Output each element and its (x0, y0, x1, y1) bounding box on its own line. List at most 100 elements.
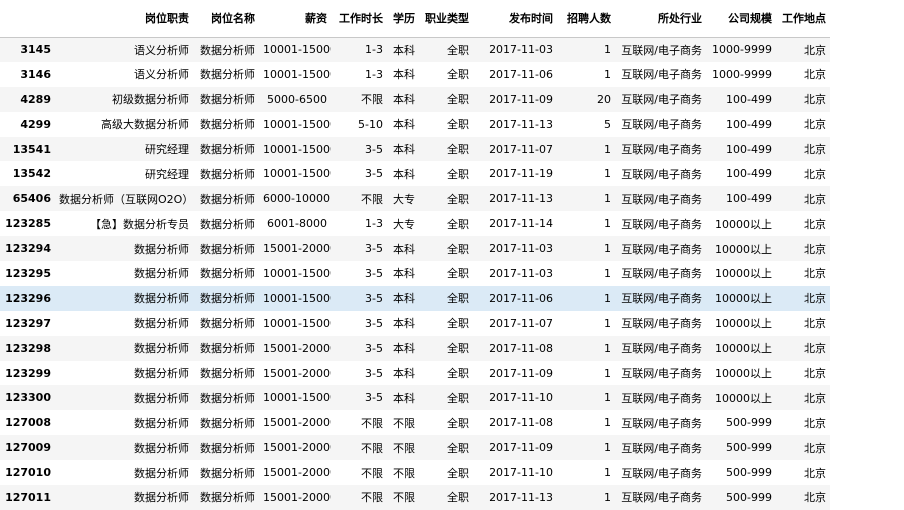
column-header: 职业类型 (419, 0, 473, 38)
index-header (0, 0, 55, 38)
table-cell: 数据分析师 (200, 317, 255, 331)
table-cell: 全职 (447, 192, 469, 206)
table-cell: 10000以上 (715, 242, 772, 256)
table-cell: 3-5 (365, 391, 383, 405)
table-cell: 15001-20000 (263, 416, 331, 430)
table-cell: 互联网/电子商务 (621, 342, 702, 356)
row-index: 127011 (5, 490, 51, 504)
table-cell: 北京 (804, 68, 826, 82)
dataframe-output: 岗位职责 岗位名称 薪资 工作时长 学历 职业类型 发布时间 招聘人数 所处行业 公司规模 工作地点… (0, 0, 830, 510)
table-cell: 数据分析师 (200, 491, 255, 505)
table-cell: 2017-11-09 (489, 92, 553, 106)
table-cell: 3-5 (365, 341, 383, 355)
table-cell: 全职 (447, 292, 469, 306)
table-cell: 15001-20000 (263, 366, 331, 380)
table-cell: 500-999 (726, 416, 772, 430)
table-cell: 10001-15000 (263, 316, 331, 330)
table-cell: 20 (597, 92, 611, 106)
table-cell: 10000以上 (715, 267, 772, 281)
table-cell: 1 (604, 341, 611, 355)
table-cell: 北京 (804, 118, 826, 132)
table-cell: 互联网/电子商务 (621, 491, 702, 505)
table-cell: 不限 (361, 192, 383, 206)
table-cell: 1 (604, 391, 611, 405)
table-cell: 1 (604, 490, 611, 504)
table-cell: 本科 (393, 43, 415, 57)
table-cell: 1 (604, 217, 611, 231)
table-cell: 北京 (804, 217, 826, 231)
table-cell: 不限 (361, 416, 383, 430)
table-cell: 1 (604, 167, 611, 181)
table-cell: 数据分析师 (200, 143, 255, 156)
table-row: 65406 数据分析师（互联网O2O） 数据分析师 6000-10000 不限 大专 全职 2… (0, 186, 830, 212)
table-cell: 北京 (804, 367, 826, 381)
table-cell: 本科 (393, 68, 415, 82)
table-cell: 2017-11-06 (489, 67, 553, 81)
table-cell: 全职 (447, 342, 469, 356)
table-cell: 1 (604, 441, 611, 455)
row-index: 123300 (5, 391, 51, 405)
table-cell: 2017-11-07 (489, 142, 553, 156)
table-cell: 15001-20000 (263, 441, 331, 455)
row-index: 13542 (12, 167, 51, 181)
table-cell: 全职 (447, 43, 469, 57)
table-cell: 互联网/电子商务 (621, 192, 702, 206)
table-row: 123300 数据分析师 数据分析师 10001-15000 3-5 本科 全职 2017-1… (0, 385, 830, 411)
table-cell: 互联网/电子商务 (621, 367, 702, 381)
table-cell: 数据分析师 (200, 391, 255, 405)
column-header: 学历 (387, 0, 419, 38)
table-cell: 数据分析师 (200, 68, 255, 82)
column-header: 工作地点 (776, 0, 830, 38)
table-header: 岗位职责 岗位名称 薪资 工作时长 学历 职业类型 发布时间 招聘人数 所处行业 公司规模 工作地点 (0, 0, 830, 38)
table-cell: 大专 (393, 217, 415, 231)
table-cell: 互联网/电子商务 (621, 391, 702, 405)
table-cell: 数据分析师 (200, 93, 255, 107)
table-cell: 不限 (393, 441, 415, 455)
table-body: 3145 语义分析师 数据分析师 10001-15000 1-3 本科 全职 2017-11-… (0, 37, 830, 510)
table-cell: 北京 (804, 466, 826, 480)
table-cell: 互联网/电子商务 (621, 143, 702, 156)
table-cell: 语义分析师 (134, 43, 189, 57)
row-index: 3145 (20, 43, 51, 57)
table-cell: 北京 (804, 143, 826, 156)
dataframe-table: 岗位职责 岗位名称 薪资 工作时长 学历 职业类型 发布时间 招聘人数 所处行业 公司规模 工作地点… (0, 0, 830, 510)
table-cell: 10001-15000 (263, 266, 331, 280)
table-cell: 10001-15000 (263, 43, 331, 57)
table-cell: 3-5 (365, 366, 383, 380)
table-cell: 互联网/电子商务 (621, 466, 702, 480)
table-row: 123296 数据分析师 数据分析师 10001-15000 3-5 本科 全职 2017-1… (0, 285, 830, 311)
table-cell: 数据分析师 (200, 292, 255, 306)
table-cell: 互联网/电子商务 (621, 217, 702, 231)
table-row: 127010 数据分析师 数据分析师 15001-20000 不限 不限 全职 2017-11… (0, 460, 830, 485)
row-index: 123294 (5, 242, 51, 256)
table-cell: 3-5 (365, 291, 383, 305)
table-cell: 2017-11-14 (489, 217, 553, 231)
table-cell: 数据分析师 (200, 416, 255, 430)
table-cell: 1-3 (365, 217, 383, 231)
table-cell: 北京 (804, 242, 826, 256)
table-cell: 1 (604, 43, 611, 57)
table-cell: 10000以上 (715, 342, 772, 356)
table-cell: 2017-11-10 (489, 466, 553, 480)
table-cell: 1000-9999 (712, 43, 772, 57)
row-index: 3146 (20, 67, 51, 81)
table-cell: 数据分析师 (200, 267, 255, 281)
table-cell: 北京 (804, 416, 826, 430)
table-row: 4299 高级大数据分析师 数据分析师 10001-15000 5-10 本科 全职 2017… (0, 112, 830, 137)
table-cell: 北京 (804, 317, 826, 331)
table-cell: 全职 (447, 267, 469, 281)
table-cell: 2017-11-09 (489, 366, 553, 380)
table-cell: 10001-15000 (263, 391, 331, 405)
table-cell: 本科 (393, 167, 415, 181)
table-cell: 数据分析师 (200, 43, 255, 57)
table-cell: 2017-11-13 (489, 117, 553, 131)
table-cell: 2017-11-08 (489, 341, 553, 355)
table-row: 123297 数据分析师 数据分析师 10001-15000 3-5 本科 全职 2017-1… (0, 311, 830, 336)
table-cell: 数据分析师（互联网O2O） (59, 192, 193, 206)
table-cell: 数据分析师 (134, 491, 189, 505)
table-cell: 100-499 (726, 167, 772, 181)
table-cell: 互联网/电子商务 (621, 292, 702, 306)
table-cell: 互联网/电子商务 (621, 118, 702, 132)
table-cell: 5 (604, 117, 611, 131)
table-cell: 2017-11-10 (489, 391, 553, 405)
